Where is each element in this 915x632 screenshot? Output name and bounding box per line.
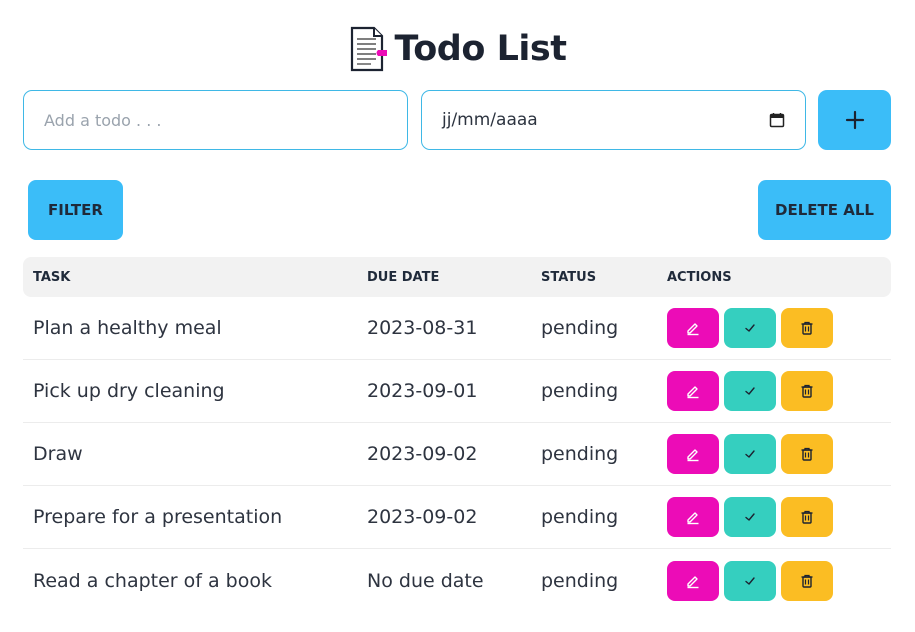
pencil-icon <box>687 575 699 588</box>
complete-button[interactable] <box>724 371 776 411</box>
trash-icon <box>801 574 813 588</box>
complete-button[interactable] <box>724 497 776 537</box>
check-icon <box>745 387 755 395</box>
pencil-icon <box>687 512 699 525</box>
delete-all-button[interactable]: DELETE ALL <box>758 180 891 240</box>
delete-button[interactable] <box>781 560 833 601</box>
check-icon <box>745 513 755 521</box>
delete-button[interactable] <box>781 371 833 411</box>
trash-icon <box>801 447 813 461</box>
actions-cell <box>667 560 833 601</box>
edit-button[interactable] <box>667 497 719 537</box>
due-date-cell: No due date <box>367 569 484 592</box>
calendar-icon[interactable] <box>769 112 785 128</box>
edit-button[interactable] <box>667 434 719 474</box>
check-icon <box>745 576 755 585</box>
table-row: Prepare for a presentation 2023-09-02 pe… <box>23 486 891 549</box>
edit-button[interactable] <box>667 560 719 601</box>
table-header: TASK DUE DATE STATUS ACTIONS <box>23 257 891 297</box>
header-due-date: DUE DATE <box>367 269 440 285</box>
document-icon <box>350 26 387 72</box>
delete-button[interactable] <box>781 434 833 474</box>
pencil-icon <box>687 449 699 462</box>
todo-input[interactable] <box>23 90 408 150</box>
todo-table: TASK DUE DATE STATUS ACTIONS Plan a heal… <box>23 257 891 612</box>
check-icon <box>745 324 755 332</box>
status-cell: pending <box>541 317 619 339</box>
trash-icon <box>801 510 813 524</box>
add-todo-button[interactable] <box>818 90 891 150</box>
due-date-cell: 2023-09-01 <box>367 380 478 402</box>
delete-button[interactable] <box>781 497 833 537</box>
check-icon <box>745 450 755 458</box>
table-row: Pick up dry cleaning 2023-09-01 pending <box>23 360 891 423</box>
task-cell: Read a chapter of a book <box>33 569 272 592</box>
due-date-cell: 2023-09-02 <box>367 443 478 465</box>
filter-button[interactable]: FILTER <box>28 180 123 240</box>
actions-cell <box>667 497 833 537</box>
status-cell: pending <box>541 443 619 465</box>
date-placeholder: jj/mm/aaaa <box>442 110 538 130</box>
header-status: STATUS <box>541 269 597 285</box>
edit-button[interactable] <box>667 371 719 411</box>
task-cell: Plan a healthy meal <box>33 317 222 339</box>
app-header: Todo List <box>0 24 915 74</box>
delete-button[interactable] <box>781 308 833 348</box>
page-title: Todo List <box>394 29 567 69</box>
plus-icon <box>845 110 864 130</box>
due-date-cell: 2023-08-31 <box>367 317 478 339</box>
header-task: TASK <box>33 269 71 285</box>
task-cell: Pick up dry cleaning <box>33 380 225 402</box>
status-cell: pending <box>541 569 619 592</box>
trash-icon <box>801 384 813 398</box>
complete-button[interactable] <box>724 560 776 601</box>
table-row: Read a chapter of a book No due date pen… <box>23 549 891 612</box>
complete-button[interactable] <box>724 308 776 348</box>
status-cell: pending <box>541 380 619 402</box>
trash-icon <box>801 321 813 335</box>
table-row: Plan a healthy meal 2023-08-31 pending <box>23 297 891 360</box>
add-todo-form: jj/mm/aaaa <box>23 90 891 150</box>
header-actions: ACTIONS <box>667 269 732 285</box>
task-cell: Prepare for a presentation <box>33 506 283 528</box>
actions-cell <box>667 434 833 474</box>
actions-cell <box>667 308 833 348</box>
complete-button[interactable] <box>724 434 776 474</box>
due-date-input[interactable]: jj/mm/aaaa <box>421 90 806 150</box>
table-row: Draw 2023-09-02 pending <box>23 423 891 486</box>
task-cell: Draw <box>33 443 83 465</box>
status-cell: pending <box>541 506 619 528</box>
pencil-icon <box>687 323 699 336</box>
actions-cell <box>667 371 833 411</box>
due-date-cell: 2023-09-02 <box>367 506 478 528</box>
edit-button[interactable] <box>667 308 719 348</box>
pencil-icon <box>687 386 699 399</box>
